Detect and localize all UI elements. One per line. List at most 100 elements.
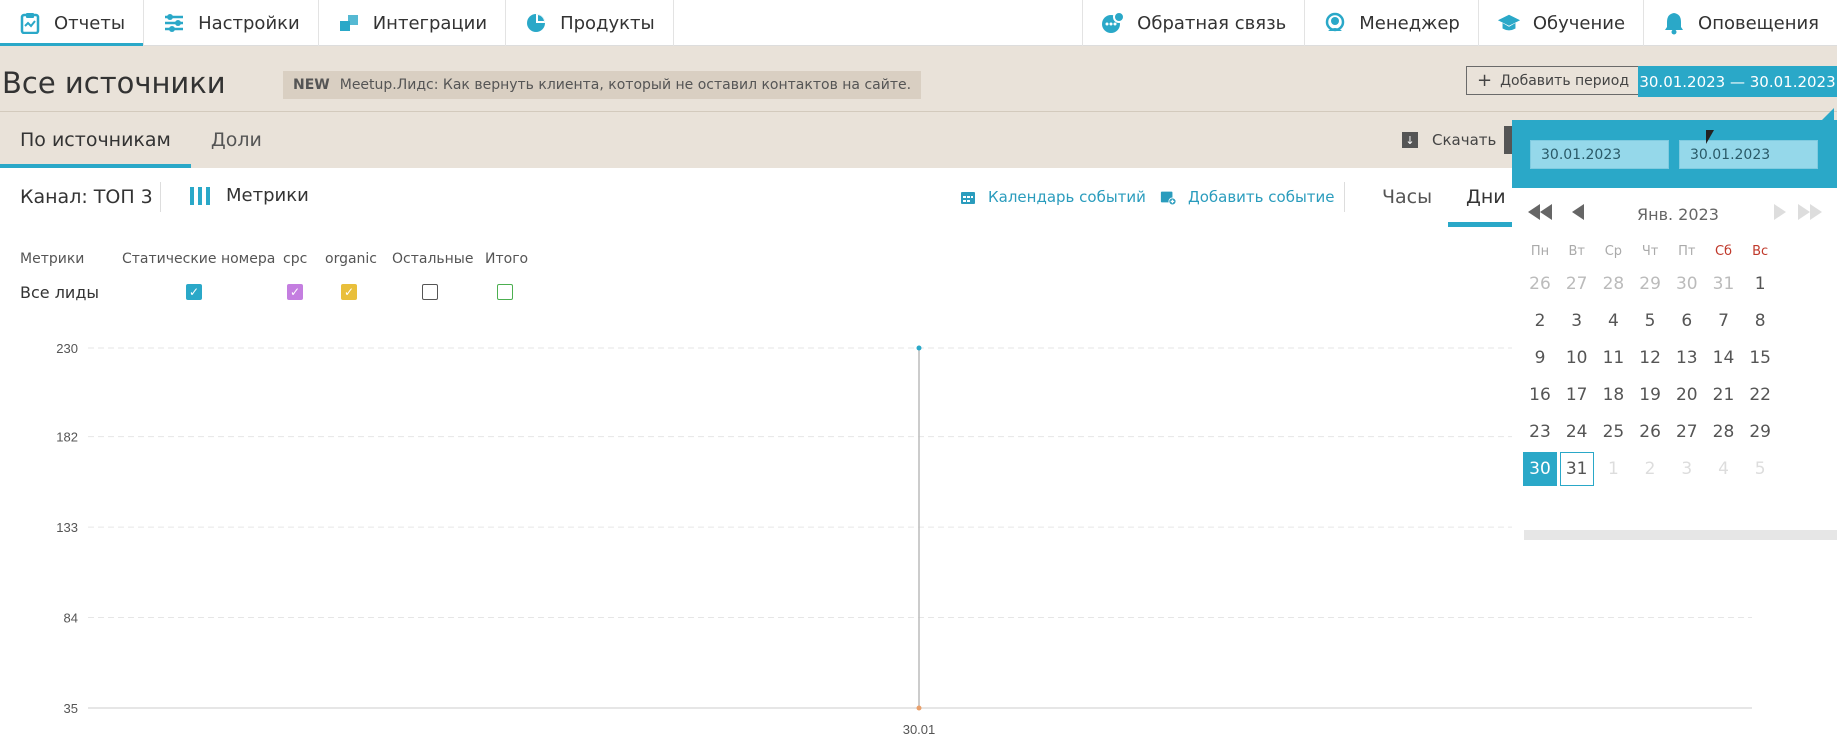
leads-chart: 358413318223030.01 xyxy=(56,341,1752,737)
metrics-button[interactable]: Метрики xyxy=(190,185,309,206)
calendar-day[interactable]: 27 xyxy=(1670,415,1704,449)
prev-month-icon[interactable] xyxy=(1570,202,1586,222)
nav-products[interactable]: Продукты xyxy=(506,0,674,46)
calendar-day[interactable]: 3 xyxy=(1670,452,1704,486)
calendar-icon xyxy=(961,192,975,204)
graduation-cap-icon xyxy=(1497,11,1521,35)
date-from-input[interactable]: 30.01.2023 xyxy=(1530,140,1669,169)
legend-col-cpc: cpc xyxy=(283,251,308,267)
calendar-day[interactable]: 18 xyxy=(1596,378,1630,412)
weekday-label: Вт xyxy=(1568,244,1585,259)
nav-integrations[interactable]: Интеграции xyxy=(319,0,507,46)
calendar-day[interactable]: 22 xyxy=(1743,378,1777,412)
calendar-day[interactable]: 11 xyxy=(1596,341,1630,375)
calendar-day[interactable]: 10 xyxy=(1560,341,1594,375)
checkbox-static-numbers[interactable]: ✓ xyxy=(186,284,202,300)
calendar-day[interactable]: 4 xyxy=(1596,304,1630,338)
add-event-link[interactable]: Добавить событие xyxy=(1160,188,1335,206)
download-icon: ↓ xyxy=(1402,132,1418,148)
calendar-day[interactable]: 7 xyxy=(1707,304,1741,338)
period-days[interactable]: Дни xyxy=(1466,186,1506,208)
next-month-icon[interactable] xyxy=(1772,202,1788,222)
date-picker-header: 30.01.2023 30.01.2023 xyxy=(1512,120,1837,188)
calendar-day[interactable]: 27 xyxy=(1560,267,1594,301)
calendar-day[interactable]: 2 xyxy=(1523,304,1557,338)
tab-shares[interactable]: Доли xyxy=(191,112,282,168)
nav-education[interactable]: Обучение xyxy=(1477,0,1643,46)
calendar-day[interactable]: 29 xyxy=(1743,415,1777,449)
calendar-events-link[interactable]: Календарь событий xyxy=(960,188,1146,206)
calendar-day[interactable]: 23 xyxy=(1523,415,1557,449)
calendar-day[interactable]: 5 xyxy=(1743,452,1777,486)
puzzle-icon xyxy=(337,11,361,35)
nav-reports[interactable]: Отчеты xyxy=(0,0,145,47)
date-to-input[interactable]: 30.01.2023 xyxy=(1679,140,1818,169)
calendar-day[interactable]: 26 xyxy=(1633,415,1667,449)
calendar-day[interactable]: 12 xyxy=(1633,341,1667,375)
calendar-day[interactable]: 5 xyxy=(1633,304,1667,338)
nav-feedback[interactable]: Обратная связь xyxy=(1082,0,1304,46)
checkbox-other[interactable] xyxy=(422,284,438,300)
calendar-day[interactable]: 30 xyxy=(1523,452,1557,486)
calendar-day[interactable]: 21 xyxy=(1707,378,1741,412)
calendar-day[interactable]: 9 xyxy=(1523,341,1557,375)
hidden-button-edge[interactable] xyxy=(1504,126,1512,154)
calendar-day[interactable]: 20 xyxy=(1670,378,1704,412)
chart-toolbar: Канал: ТОП 3 Метрики Календарь событий Д… xyxy=(0,168,1514,228)
calendar-day[interactable]: 31 xyxy=(1559,452,1594,486)
nav-settings[interactable]: Настройки xyxy=(144,0,319,46)
calendar-caret xyxy=(1822,108,1834,120)
calendar-day[interactable]: 28 xyxy=(1596,267,1630,301)
legend-col-static: Статические номера xyxy=(122,251,276,267)
calendar-events-label: Календарь событий xyxy=(988,188,1146,206)
calendar-day[interactable]: 1 xyxy=(1743,267,1777,301)
nav-feedback-label: Обратная связь xyxy=(1137,12,1287,34)
calendar-day[interactable]: 8 xyxy=(1743,304,1777,338)
top-nav: Отчеты Настройки Интеграции Продукты Обр… xyxy=(0,0,1837,47)
bell-icon xyxy=(1662,11,1686,35)
calendar-day[interactable]: 28 xyxy=(1707,415,1741,449)
next-year-icon[interactable] xyxy=(1796,202,1826,222)
calendar-day[interactable]: 26 xyxy=(1523,267,1557,301)
calendar-day[interactable]: 6 xyxy=(1670,304,1704,338)
channel-selector[interactable]: Канал: ТОП 3 xyxy=(20,186,153,208)
calendar-scroll-bar[interactable] xyxy=(1524,530,1837,540)
calendar-day[interactable]: 14 xyxy=(1707,341,1741,375)
data-point[interactable] xyxy=(916,705,922,711)
download-button[interactable]: ↓ Скачать xyxy=(1402,129,1496,151)
add-period-label: Добавить период xyxy=(1500,72,1630,89)
calendar-day[interactable]: 17 xyxy=(1560,378,1594,412)
calendar-day[interactable]: 31 xyxy=(1707,267,1741,301)
checkbox-total[interactable] xyxy=(497,284,513,300)
calendar-day[interactable]: 24 xyxy=(1560,415,1594,449)
calendar-day[interactable]: 16 xyxy=(1523,378,1557,412)
legend-row-all-leads: Все лиды xyxy=(20,283,100,302)
add-period-button[interactable]: + Добавить период xyxy=(1466,66,1641,95)
headset-icon xyxy=(1323,11,1347,35)
calendar-day[interactable]: 4 xyxy=(1707,452,1741,486)
date-range-button[interactable]: 30.01.2023 — 30.01.2023 xyxy=(1638,66,1837,97)
data-point[interactable] xyxy=(916,345,922,351)
nav-notifications[interactable]: Оповещения xyxy=(1643,0,1837,46)
tab-by-sources[interactable]: По источникам xyxy=(0,112,191,168)
weekday-label: Чт xyxy=(1641,244,1659,259)
checkbox-organic[interactable]: ✓ xyxy=(341,284,357,300)
nav-manager[interactable]: Менеджер xyxy=(1304,0,1478,46)
news-banner[interactable]: NEW Meetup.Лидс: Как вернуть клиента, ко… xyxy=(283,71,922,99)
nav-reports-label: Отчеты xyxy=(54,12,126,34)
calendar-day[interactable]: 19 xyxy=(1633,378,1667,412)
calendar-day[interactable]: 2 xyxy=(1633,452,1667,486)
calendar-day[interactable]: 25 xyxy=(1596,415,1630,449)
legend-metrics-header: Метрики xyxy=(20,251,85,267)
calendar-day[interactable]: 3 xyxy=(1560,304,1594,338)
calendar-day[interactable]: 30 xyxy=(1670,267,1704,301)
y-tick-label: 230 xyxy=(56,341,78,356)
period-hours[interactable]: Часы xyxy=(1382,186,1432,208)
calendar-day[interactable]: 15 xyxy=(1743,341,1777,375)
calendar-day[interactable]: 29 xyxy=(1633,267,1667,301)
checkbox-cpc[interactable]: ✓ xyxy=(287,284,303,300)
calendar-day[interactable]: 13 xyxy=(1670,341,1704,375)
calendar-day[interactable]: 1 xyxy=(1596,452,1630,486)
weekday-label: Вс xyxy=(1752,244,1769,259)
prev-year-icon[interactable] xyxy=(1526,202,1556,222)
